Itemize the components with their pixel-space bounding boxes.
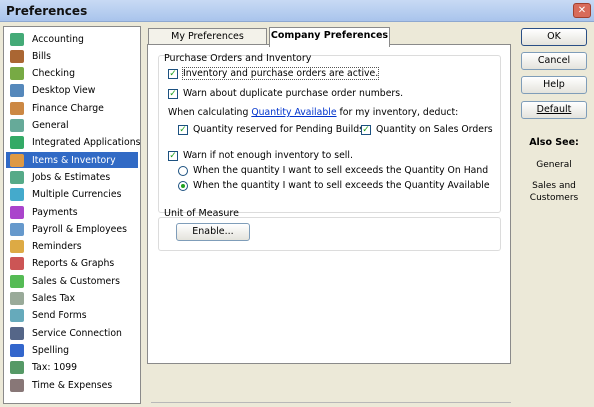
check-icon: ✓	[168, 68, 178, 79]
sales-tax-icon	[10, 292, 24, 305]
sidebar-item-label: Integrated Applications	[32, 137, 141, 149]
cancel-button[interactable]: Cancel	[521, 52, 587, 70]
sidebar-item-label: Multiple Currencies	[32, 189, 122, 201]
integrated-applications-icon	[10, 136, 24, 150]
payments-icon	[10, 205, 24, 219]
sidebar-item-label: Desktop View	[32, 85, 96, 97]
sidebar-item-sales-tax[interactable]: Sales Tax	[6, 291, 138, 307]
sidebar-item-label: Items & Inventory	[32, 154, 116, 166]
quantity-available-link[interactable]: Quantity Available	[251, 107, 336, 118]
payroll-employees-icon	[10, 222, 24, 236]
sidebar-item-label: Spelling	[32, 344, 70, 356]
sidebar-item-label: Sales Tax	[32, 293, 76, 304]
sidebar-item-accounting[interactable]: Accounting	[6, 31, 138, 47]
sidebar-item-label: Bills	[32, 50, 51, 62]
tab-company-preferences[interactable]: Company Preferences	[269, 27, 390, 47]
sidebar-item-bills[interactable]: Bills	[6, 48, 138, 64]
preferences-category-list[interactable]: Accounting Bills Checking Desktop View Finan…	[3, 26, 141, 404]
preferences-panel: Purchase Orders and Inventory ✓ Inventor…	[147, 44, 511, 364]
sidebar-item-sales-customers[interactable]: Sales & Customers	[6, 273, 138, 289]
sidebar-item-label: Tax: 1099	[32, 362, 78, 374]
sidebar-item-label: Jobs & Estimates	[32, 171, 111, 183]
bills-icon	[10, 49, 24, 63]
sidebar-item-label: Reports & Graphs	[32, 258, 115, 270]
warn-duplicate-po-checkbox[interactable]: ✓ Warn about duplicate purchase order nu…	[168, 88, 403, 99]
general-icon	[10, 119, 24, 132]
sidebar-item-label: Time & Expenses	[32, 379, 113, 391]
also-see-title: Also See:	[529, 137, 579, 148]
enable-unit-of-measure-button[interactable]: Enable...	[176, 223, 250, 241]
sidebar-item-reports-graphs[interactable]: Reports & Graphs	[6, 256, 138, 272]
ok-button[interactable]: OK	[521, 28, 587, 46]
sidebar-item-tax-1099[interactable]: Tax: 1099	[6, 360, 138, 376]
sidebar-item-label: General	[32, 120, 69, 131]
also-see-general-link[interactable]: General	[521, 160, 587, 170]
sidebar-item-spelling[interactable]: Spelling	[6, 342, 138, 358]
radio-icon	[178, 165, 188, 176]
checking-icon	[10, 67, 24, 81]
sidebar-item-time-expenses[interactable]: Time & Expenses	[6, 377, 138, 393]
items-inventory-icon	[10, 153, 24, 167]
sidebar-item-label: Reminders	[32, 241, 82, 253]
sidebar-item-multiple-currencies[interactable]: Multiple Currencies	[6, 187, 138, 203]
window-title: Preferences	[6, 4, 88, 18]
sidebar-item-label: Finance Charge	[32, 102, 104, 114]
tax-1099-icon	[10, 361, 24, 375]
accounting-icon	[10, 32, 24, 46]
check-icon: ✓	[168, 150, 178, 161]
sales-customers-icon	[10, 274, 24, 288]
radio-selected-icon	[178, 180, 188, 191]
jobs-estimates-icon	[10, 170, 24, 184]
sidebar-item-jobs-estimates[interactable]: Jobs & Estimates	[6, 169, 138, 185]
sidebar-item-general[interactable]: General	[6, 118, 138, 134]
sidebar-item-checking[interactable]: Checking	[6, 66, 138, 82]
sidebar-item-label: Service Connection	[32, 327, 122, 339]
check-icon: ✓	[361, 124, 371, 135]
send-forms-icon	[10, 309, 24, 323]
pending-builds-checkbox[interactable]: ✓ Quantity reserved for Pending Builds	[178, 124, 364, 135]
sidebar-item-service-connection[interactable]: Service Connection	[6, 325, 138, 341]
sidebar-item-finance-charge[interactable]: Finance Charge	[6, 100, 138, 116]
multiple-currencies-icon	[10, 188, 24, 202]
reminders-icon	[10, 240, 24, 254]
check-icon: ✓	[168, 88, 178, 99]
divider	[151, 402, 511, 403]
desktop-view-icon	[10, 84, 24, 98]
help-button[interactable]: Help	[521, 76, 587, 94]
reports-graphs-icon	[10, 257, 24, 271]
sidebar-item-payroll-employees[interactable]: Payroll & Employees	[6, 221, 138, 237]
sales-orders-checkbox[interactable]: ✓ Quantity on Sales Orders	[361, 124, 493, 135]
sidebar-item-label: Send Forms	[32, 310, 87, 322]
sidebar-item-reminders[interactable]: Reminders	[6, 239, 138, 255]
check-icon: ✓	[178, 124, 188, 135]
time-expenses-icon	[10, 378, 24, 392]
sidebar-item-label: Payroll & Employees	[32, 223, 127, 235]
sidebar-item-label: Sales & Customers	[32, 275, 120, 287]
spelling-icon	[10, 343, 24, 357]
sidebar-item-label: Payments	[32, 206, 78, 218]
unit-of-measure-group-title: Unit of Measure	[164, 208, 239, 219]
finance-charge-icon	[10, 101, 24, 115]
sidebar-item-integrated-applications[interactable]: Integrated Applications	[6, 135, 141, 151]
inventory-active-checkbox[interactable]: ✓ Inventory and purchase orders are acti…	[168, 67, 380, 80]
sidebar-item-desktop-view[interactable]: Desktop View	[6, 83, 138, 99]
radio-quantity-on-hand[interactable]: When the quantity I want to sell exceeds…	[178, 165, 488, 176]
radio-quantity-available[interactable]: When the quantity I want to sell exceeds…	[178, 180, 490, 191]
sidebar-item-label: Accounting	[32, 33, 84, 45]
close-icon[interactable]: ✕	[573, 3, 591, 18]
sidebar-item-label: Checking	[32, 68, 75, 80]
purchase-orders-group-title: Purchase Orders and Inventory	[164, 53, 312, 64]
service-connection-icon	[10, 326, 24, 340]
default-button[interactable]: Default	[521, 101, 587, 119]
sidebar-item-payments[interactable]: Payments	[6, 204, 138, 220]
warn-not-enough-checkbox[interactable]: ✓ Warn if not enough inventory to sell.	[168, 150, 353, 161]
sidebar-item-items-inventory[interactable]: Items & Inventory	[6, 152, 138, 169]
calc-quantity-available-text: When calculating Quantity Available for …	[168, 107, 459, 118]
also-see-sales-customers-link[interactable]: Sales and Customers	[521, 180, 587, 204]
title-bar: Preferences ✕	[0, 0, 594, 22]
sidebar-item-send-forms[interactable]: Send Forms	[6, 308, 138, 324]
